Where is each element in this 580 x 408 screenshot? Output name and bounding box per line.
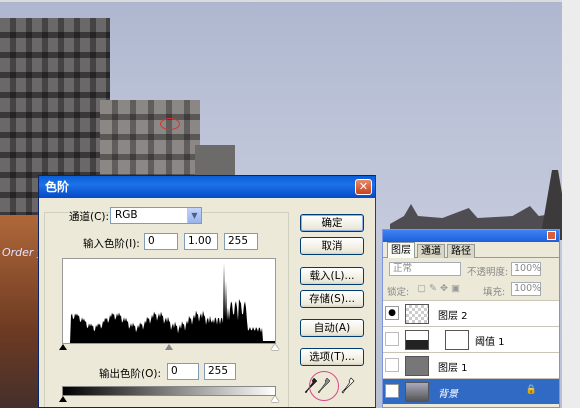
auto-button[interactable]: 自动(A) bbox=[300, 319, 364, 337]
channel-select-value: RGB bbox=[115, 209, 138, 221]
panel-tabs: 图层 通道 路径 bbox=[383, 242, 559, 258]
load-button[interactable]: 载入(L)... bbox=[300, 267, 364, 285]
save-button[interactable]: 存储(S)... bbox=[300, 290, 364, 308]
close-icon[interactable] bbox=[547, 231, 556, 240]
layer-thumbnail bbox=[405, 382, 429, 402]
fill-label: 填充: bbox=[483, 287, 506, 298]
histogram bbox=[62, 258, 276, 344]
dialog-title: 色阶 bbox=[45, 180, 70, 194]
levels-dialog: 色阶 ✕ 通道(C): RGB ▼ 输入色阶(I): 0 1.00 255 输出… bbox=[38, 175, 376, 408]
output-white-field[interactable]: 255 bbox=[204, 363, 236, 380]
layers-panel: 图层 通道 路径 正常 不透明度: 100% 锁定: ▢ ✎ ✥ ▣ 填充: 1… bbox=[382, 229, 560, 408]
eye-icon[interactable]: ● bbox=[385, 384, 399, 398]
layer-thumbnail bbox=[405, 356, 429, 376]
layer-row[interactable]: ● 背景 🔒 bbox=[383, 378, 559, 404]
eye-icon[interactable] bbox=[385, 358, 399, 372]
levels-dialog-titlebar[interactable]: 色阶 ✕ bbox=[39, 176, 375, 198]
adjustment-thumbnail bbox=[405, 330, 429, 350]
tab-layers[interactable]: 图层 bbox=[387, 242, 415, 258]
output-gradient-bar bbox=[62, 386, 276, 396]
layer-row[interactable]: ● 图层 2 bbox=[383, 300, 559, 326]
white-eyedropper-icon[interactable] bbox=[341, 377, 355, 395]
blend-mode-select[interactable]: 正常 bbox=[389, 262, 461, 276]
layers-panel-titlebar[interactable] bbox=[383, 230, 559, 242]
histogram-graph bbox=[63, 263, 275, 343]
layer-mask-thumbnail bbox=[445, 330, 469, 350]
input-black-field[interactable]: 0 bbox=[144, 233, 178, 250]
layer-row[interactable]: 图层 1 bbox=[383, 352, 559, 378]
output-white-slider[interactable] bbox=[271, 396, 279, 402]
input-black-slider[interactable] bbox=[59, 344, 67, 350]
fill-field[interactable]: 100% bbox=[511, 282, 541, 296]
output-black-slider[interactable] bbox=[59, 396, 67, 402]
shop-front bbox=[0, 215, 40, 408]
layer-thumbnail bbox=[405, 304, 429, 324]
layer-row[interactable]: 阈值 1 bbox=[383, 326, 559, 352]
options-button[interactable]: 选项(T)... bbox=[300, 348, 364, 366]
channel-select[interactable]: RGB ▼ bbox=[110, 207, 202, 224]
input-white-field[interactable]: 255 bbox=[224, 233, 258, 250]
layer-name: 图层 1 bbox=[438, 363, 468, 374]
opacity-label: 不透明度: bbox=[467, 267, 509, 278]
eye-icon[interactable] bbox=[385, 332, 399, 346]
output-black-field[interactable]: 0 bbox=[167, 363, 199, 380]
layer-name: 图层 2 bbox=[438, 311, 468, 322]
eye-icon[interactable]: ● bbox=[385, 306, 399, 320]
close-button[interactable]: ✕ bbox=[355, 179, 372, 195]
cancel-button[interactable]: 取消 bbox=[300, 237, 364, 255]
input-gamma-slider[interactable] bbox=[165, 344, 173, 350]
ok-button[interactable]: 确定 bbox=[300, 214, 364, 232]
lock-icon: 🔒 bbox=[525, 385, 537, 395]
chevron-down-icon[interactable]: ▼ bbox=[187, 208, 201, 223]
layer-name: 背景 bbox=[438, 389, 458, 400]
lock-icons[interactable]: ▢ ✎ ✥ ▣ bbox=[417, 283, 460, 294]
tab-channels[interactable]: 通道 bbox=[417, 244, 445, 258]
input-white-slider[interactable] bbox=[271, 344, 279, 350]
input-levels-label: 输入色阶(I): bbox=[83, 238, 140, 250]
input-gamma-field[interactable]: 1.00 bbox=[184, 233, 218, 250]
canvas-frame-right bbox=[562, 0, 580, 408]
gray-eyedropper-icon[interactable] bbox=[317, 377, 331, 395]
lock-label: 锁定: bbox=[387, 287, 410, 298]
opacity-field[interactable]: 100% bbox=[511, 262, 541, 276]
red-annotation-circle bbox=[160, 118, 180, 130]
layer-name: 阈值 1 bbox=[475, 337, 505, 348]
output-levels-label: 输出色阶(O): bbox=[99, 368, 161, 380]
canvas-frame-top bbox=[0, 0, 580, 2]
tab-paths[interactable]: 路径 bbox=[447, 244, 475, 258]
channel-label: 通道(C): bbox=[69, 211, 110, 223]
